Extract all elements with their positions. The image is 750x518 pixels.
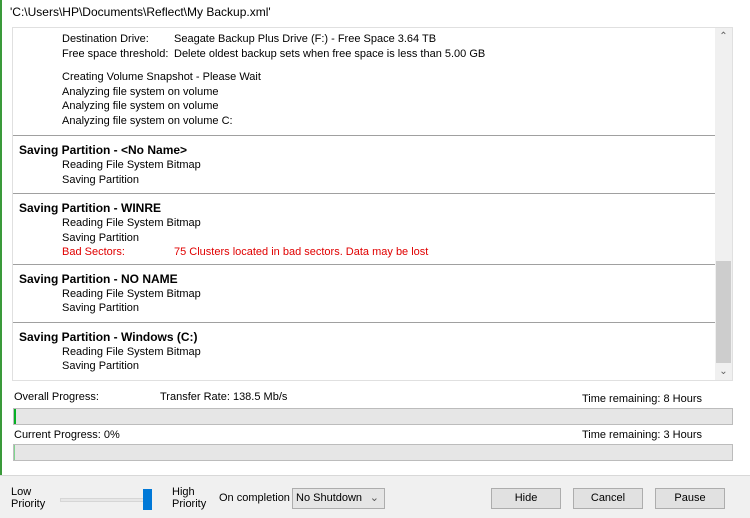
- log-line: Reading File System Bitmap: [62, 217, 201, 229]
- transfer-rate: Transfer Rate: 138.5 Mb/s: [160, 391, 288, 403]
- current-progress-bar: [13, 444, 733, 461]
- chevron-down-icon: ⌄: [369, 492, 379, 504]
- log-value: 75 Clusters located in bad sectors. Data…: [174, 246, 429, 258]
- log-line: Free space threshold: Delete oldest backu…: [13, 47, 716, 62]
- high-text: High: [172, 486, 195, 498]
- log-value: Seagate Backup Plus Drive (F:) - Free Sp…: [174, 33, 437, 45]
- section-title: Saving Partition - WINRE: [19, 201, 162, 215]
- log-line: Analyzing file system on volume C:: [62, 114, 233, 127]
- log-line: Reading File System Bitmap: [62, 345, 201, 358]
- log-section: Saving Partition - WINRE Reading File Sy…: [13, 193, 716, 264]
- low-priority-label: Low Priority: [11, 486, 45, 510]
- high-priority-label: High Priority: [172, 486, 206, 510]
- log-line: Saving Partition: [62, 360, 140, 372]
- bad-sectors-line: Bad Sectors: 75 Clusters located in bad s…: [13, 245, 716, 260]
- select-value: No Shutdown: [296, 492, 363, 504]
- log-panel: Destination Drive: Seagate Backup Plus Dr…: [12, 27, 733, 381]
- backup-title: 'C:\Users\HP\Documents\Reflect\My Backup…: [10, 5, 271, 19]
- section-title: Saving Partition - Windows (C:): [19, 329, 198, 344]
- priority-slider[interactable]: [60, 498, 150, 502]
- current-time-remaining: Time remaining: 3 Hours: [581, 429, 702, 441]
- log-line: Analyzing file system on volume: [62, 85, 219, 98]
- current-progress-label: Current Progress: 0%: [14, 429, 120, 441]
- log-key: Destination Drive:: [62, 33, 149, 45]
- on-completion-label: On completion: [219, 492, 290, 504]
- log-key: Bad Sectors:: [62, 246, 125, 258]
- overall-time-remaining: Time remaining: 8 Hours: [581, 393, 702, 405]
- window-border: [0, 0, 2, 475]
- log-scrollbar[interactable]: ⌃ ⌄: [715, 28, 732, 380]
- cancel-button[interactable]: Cancel: [573, 488, 643, 509]
- high-text-2: Priority: [172, 498, 207, 510]
- log-line: Saving Partition: [62, 302, 140, 314]
- log-line: Analyzing file system on volume: [62, 100, 219, 112]
- priority-slider-thumb[interactable]: [143, 489, 152, 510]
- log-section: Saving Partition - NO NAME Reading File …: [13, 263, 716, 322]
- log-line: Creating Volume Snapshot - Please Wait: [62, 71, 261, 83]
- log-section: Saving Partition - <No Name> Reading Fil…: [13, 135, 716, 193]
- log-section: Saving Partition - Windows (C:) Reading …: [13, 321, 716, 374]
- log-line: Reading File System Bitmap: [62, 287, 201, 300]
- section-title: Saving Partition - NO NAME: [19, 271, 178, 286]
- scroll-down-icon[interactable]: ⌄: [715, 363, 732, 380]
- scroll-thumb[interactable]: [716, 261, 731, 363]
- overall-progress-label: Overall Progress:: [14, 391, 99, 403]
- log-key: Free space threshold:: [62, 47, 169, 60]
- low-text: Low: [11, 486, 32, 498]
- section-title: Saving Partition - <No Name>: [19, 143, 188, 157]
- scroll-up-icon[interactable]: ⌃: [715, 28, 732, 45]
- hide-button[interactable]: Hide: [491, 488, 561, 509]
- low-text-2: Priority: [11, 498, 46, 510]
- current-progress-fill: [14, 445, 15, 460]
- log-line: Reading File System Bitmap: [62, 159, 201, 171]
- footer-bar: Low Priority High Priority On completion N…: [0, 475, 750, 518]
- pause-button[interactable]: Pause: [655, 488, 725, 509]
- overall-progress-bar: [13, 408, 733, 425]
- log-line: Destination Drive: Seagate Backup Plus Dr…: [13, 32, 716, 47]
- overall-progress-fill: [14, 409, 17, 424]
- on-completion-select[interactable]: No Shutdown ⌄: [292, 488, 385, 509]
- log-value: Delete oldest backup sets when free spac…: [174, 47, 486, 60]
- log-line: Saving Partition: [62, 173, 140, 186]
- log-line: Saving Partition: [62, 231, 140, 244]
